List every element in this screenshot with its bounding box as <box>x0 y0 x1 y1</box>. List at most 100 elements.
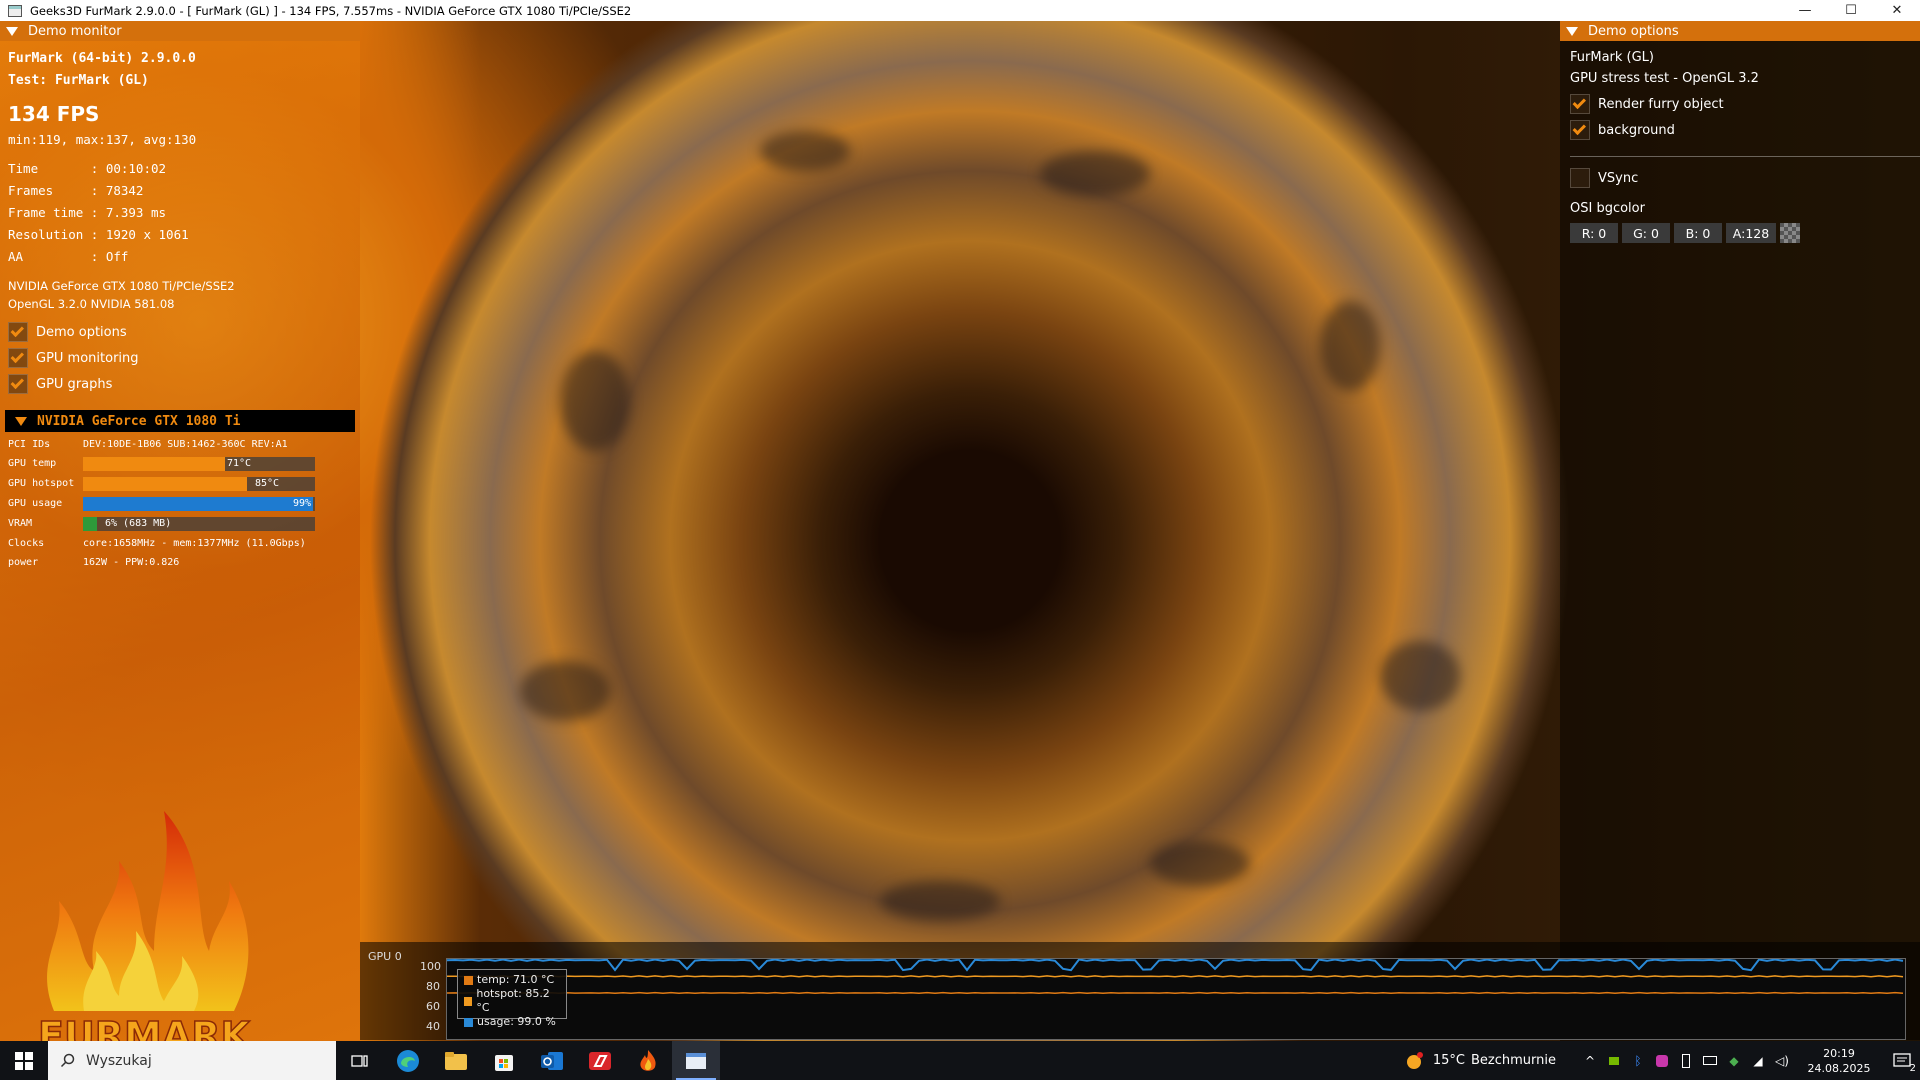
power-value: 162W - PPW:0.826 <box>83 557 180 568</box>
gpu-temp-bar-fill <box>83 457 225 471</box>
y-tick-100: 100 <box>420 960 441 973</box>
demo-options-label: Demo options <box>36 324 127 340</box>
gpu-usage-label: GPU usage <box>8 498 63 509</box>
stat-aa: AA : Off <box>8 249 129 264</box>
search-placeholder: Wyszukaj <box>86 1052 152 1069</box>
vsync-checkbox[interactable] <box>1570 168 1590 188</box>
color-preview-swatch[interactable] <box>1780 223 1800 243</box>
taskbar-search[interactable]: Wyszukaj <box>48 1041 336 1080</box>
taskbar-furmark[interactable] <box>624 1041 672 1080</box>
weather-desc[interactable]: Bezchmurnie <box>1471 1053 1556 1068</box>
checkmark-icon <box>10 375 25 389</box>
divider <box>1570 156 1920 157</box>
osi-blue-field[interactable]: B: 0 <box>1674 223 1722 243</box>
gpu-monitoring-toggle[interactable]: GPU monitoring <box>8 348 139 368</box>
windows-logo-icon <box>15 1051 33 1070</box>
vram-label: VRAM <box>8 518 33 529</box>
gpu-usage-bar-fill <box>83 497 313 511</box>
edge-browser-icon <box>397 1049 419 1072</box>
vsync-toggle[interactable]: VSync <box>1570 168 1638 188</box>
gpu-hotspot-label: GPU hotspot <box>8 478 75 489</box>
window-controls: — ☐ ✕ <box>1782 0 1920 21</box>
volume-icon[interactable]: ◁) <box>1770 1041 1794 1080</box>
maximize-button[interactable]: ☐ <box>1828 0 1874 21</box>
task-view-button[interactable] <box>336 1041 384 1080</box>
network-icon[interactable]: ◢ <box>1746 1041 1770 1080</box>
usage-line <box>447 959 1904 972</box>
pci-ids-label: PCI IDs <box>8 439 51 450</box>
demo-options-panel: Demo options FurMark (GL) GPU stress tes… <box>1560 21 1920 1041</box>
y-tick-40: 40 <box>426 1020 440 1033</box>
taskbar-app-red[interactable] <box>576 1041 624 1080</box>
vram-bar: 6% (683 MB) <box>83 517 315 531</box>
furmark-flame-icon <box>640 1049 656 1071</box>
y-tick-80: 80 <box>426 980 440 993</box>
taskbar-file-explorer[interactable] <box>432 1041 480 1080</box>
render-furry-label: Render furry object <box>1598 96 1724 112</box>
task-view-icon <box>351 1054 368 1067</box>
osi-red-field[interactable]: R: 0 <box>1570 223 1618 243</box>
collapse-triangle-icon <box>6 26 18 36</box>
clocks-value: core:1658MHz - mem:1377MHz (11.0Gbps) <box>83 538 306 549</box>
taskbar-store[interactable] <box>480 1041 528 1080</box>
gpu-monitoring-label: GPU monitoring <box>36 350 139 366</box>
stat-frames: Frames : 78342 <box>8 183 144 198</box>
clocks-label: Clocks <box>8 538 45 549</box>
bluetooth-icon[interactable]: ᛒ <box>1626 1041 1650 1080</box>
background-checkbox[interactable] <box>1570 120 1590 140</box>
close-button[interactable]: ✕ <box>1874 0 1920 21</box>
legend-usage: usage: 99.0 % <box>464 1015 560 1029</box>
checkmark-icon <box>1572 95 1587 109</box>
gpu-graphs-checkbox[interactable] <box>8 374 28 394</box>
demo-options-header[interactable]: Demo options <box>1560 21 1920 41</box>
security-shield-icon[interactable]: ◆ <box>1722 1041 1746 1080</box>
demo-monitor-header[interactable]: Demo monitor <box>0 21 360 41</box>
clock-time: 20:19 <box>1823 1046 1855 1060</box>
weather-temp[interactable]: 15°C <box>1433 1053 1465 1068</box>
clock[interactable]: 20:19 24.08.2025 <box>1794 1046 1884 1076</box>
instagram-tray-icon[interactable] <box>1650 1041 1674 1080</box>
gpu-temp-label: GPU temp <box>8 458 57 469</box>
window-title: Geeks3D FurMark 2.9.0.0 - [ FurMark (GL)… <box>30 3 632 18</box>
stat-resolution: Resolution : 1920 x 1061 <box>8 227 189 242</box>
renderer-name: NVIDIA GeForce GTX 1080 Ti/PCIe/SSE2 <box>8 279 235 293</box>
osi-bgcolor-label: OSI bgcolor <box>1570 201 1645 216</box>
temp-line <box>447 991 1904 995</box>
legend-hotspot-text: hotspot: 85.2 °C <box>476 987 550 1014</box>
demo-options-toggle[interactable]: Demo options <box>8 322 127 342</box>
search-icon <box>60 1053 75 1067</box>
notifications-button[interactable]: 2 <box>1884 1041 1920 1080</box>
weather-icon[interactable] <box>1401 1041 1429 1080</box>
legend-hotspot: hotspot: 85.2 °C <box>464 987 560 1015</box>
demo-monitor-title: Demo monitor <box>28 23 122 39</box>
pci-ids-value: DEV:10DE-1B06 SUB:1462-360C REV:A1 <box>83 439 288 450</box>
start-button[interactable] <box>0 1041 48 1080</box>
graph-legend: temp: 71.0 °C hotspot: 85.2 °C usage: 99… <box>457 969 567 1028</box>
folder-icon <box>445 1051 467 1070</box>
gpu-hotspot-bar: 85°C <box>83 477 315 491</box>
gpu-monitoring-checkbox[interactable] <box>8 348 28 368</box>
background-toggle[interactable]: background <box>1570 120 1675 140</box>
render-furry-toggle[interactable]: Render furry object <box>1570 94 1724 114</box>
keyboard-icon[interactable] <box>1698 1041 1722 1080</box>
checkmark-icon <box>10 349 25 363</box>
taskbar-edge[interactable] <box>384 1041 432 1080</box>
demo-options-checkbox[interactable] <box>8 322 28 342</box>
nvidia-tray-icon[interactable] <box>1602 1041 1626 1080</box>
taskbar-outlook[interactable] <box>528 1041 576 1080</box>
render-furry-checkbox[interactable] <box>1570 94 1590 114</box>
red-app-icon <box>589 1051 611 1070</box>
usb-device-icon[interactable] <box>1674 1041 1698 1080</box>
osi-alpha-field[interactable]: A:128 <box>1726 223 1776 243</box>
store-icon <box>495 1054 513 1071</box>
show-hidden-icons-chevron-icon[interactable]: ^ <box>1578 1041 1602 1080</box>
taskbar-furmark-window[interactable] <box>672 1041 720 1080</box>
gpu-section-header[interactable]: NVIDIA GeForce GTX 1080 Ti <box>5 410 355 432</box>
minimize-button[interactable]: — <box>1782 0 1828 21</box>
test-name: Test: FurMark (GL) <box>8 73 149 88</box>
gpu-hotspot-value: 85°C <box>255 478 280 489</box>
gpu-temp-value: 71°C <box>227 458 252 469</box>
osi-green-field[interactable]: G: 0 <box>1622 223 1670 243</box>
gpu-graphs-toggle[interactable]: GPU graphs <box>8 374 112 394</box>
hotspot-line <box>447 975 1904 978</box>
